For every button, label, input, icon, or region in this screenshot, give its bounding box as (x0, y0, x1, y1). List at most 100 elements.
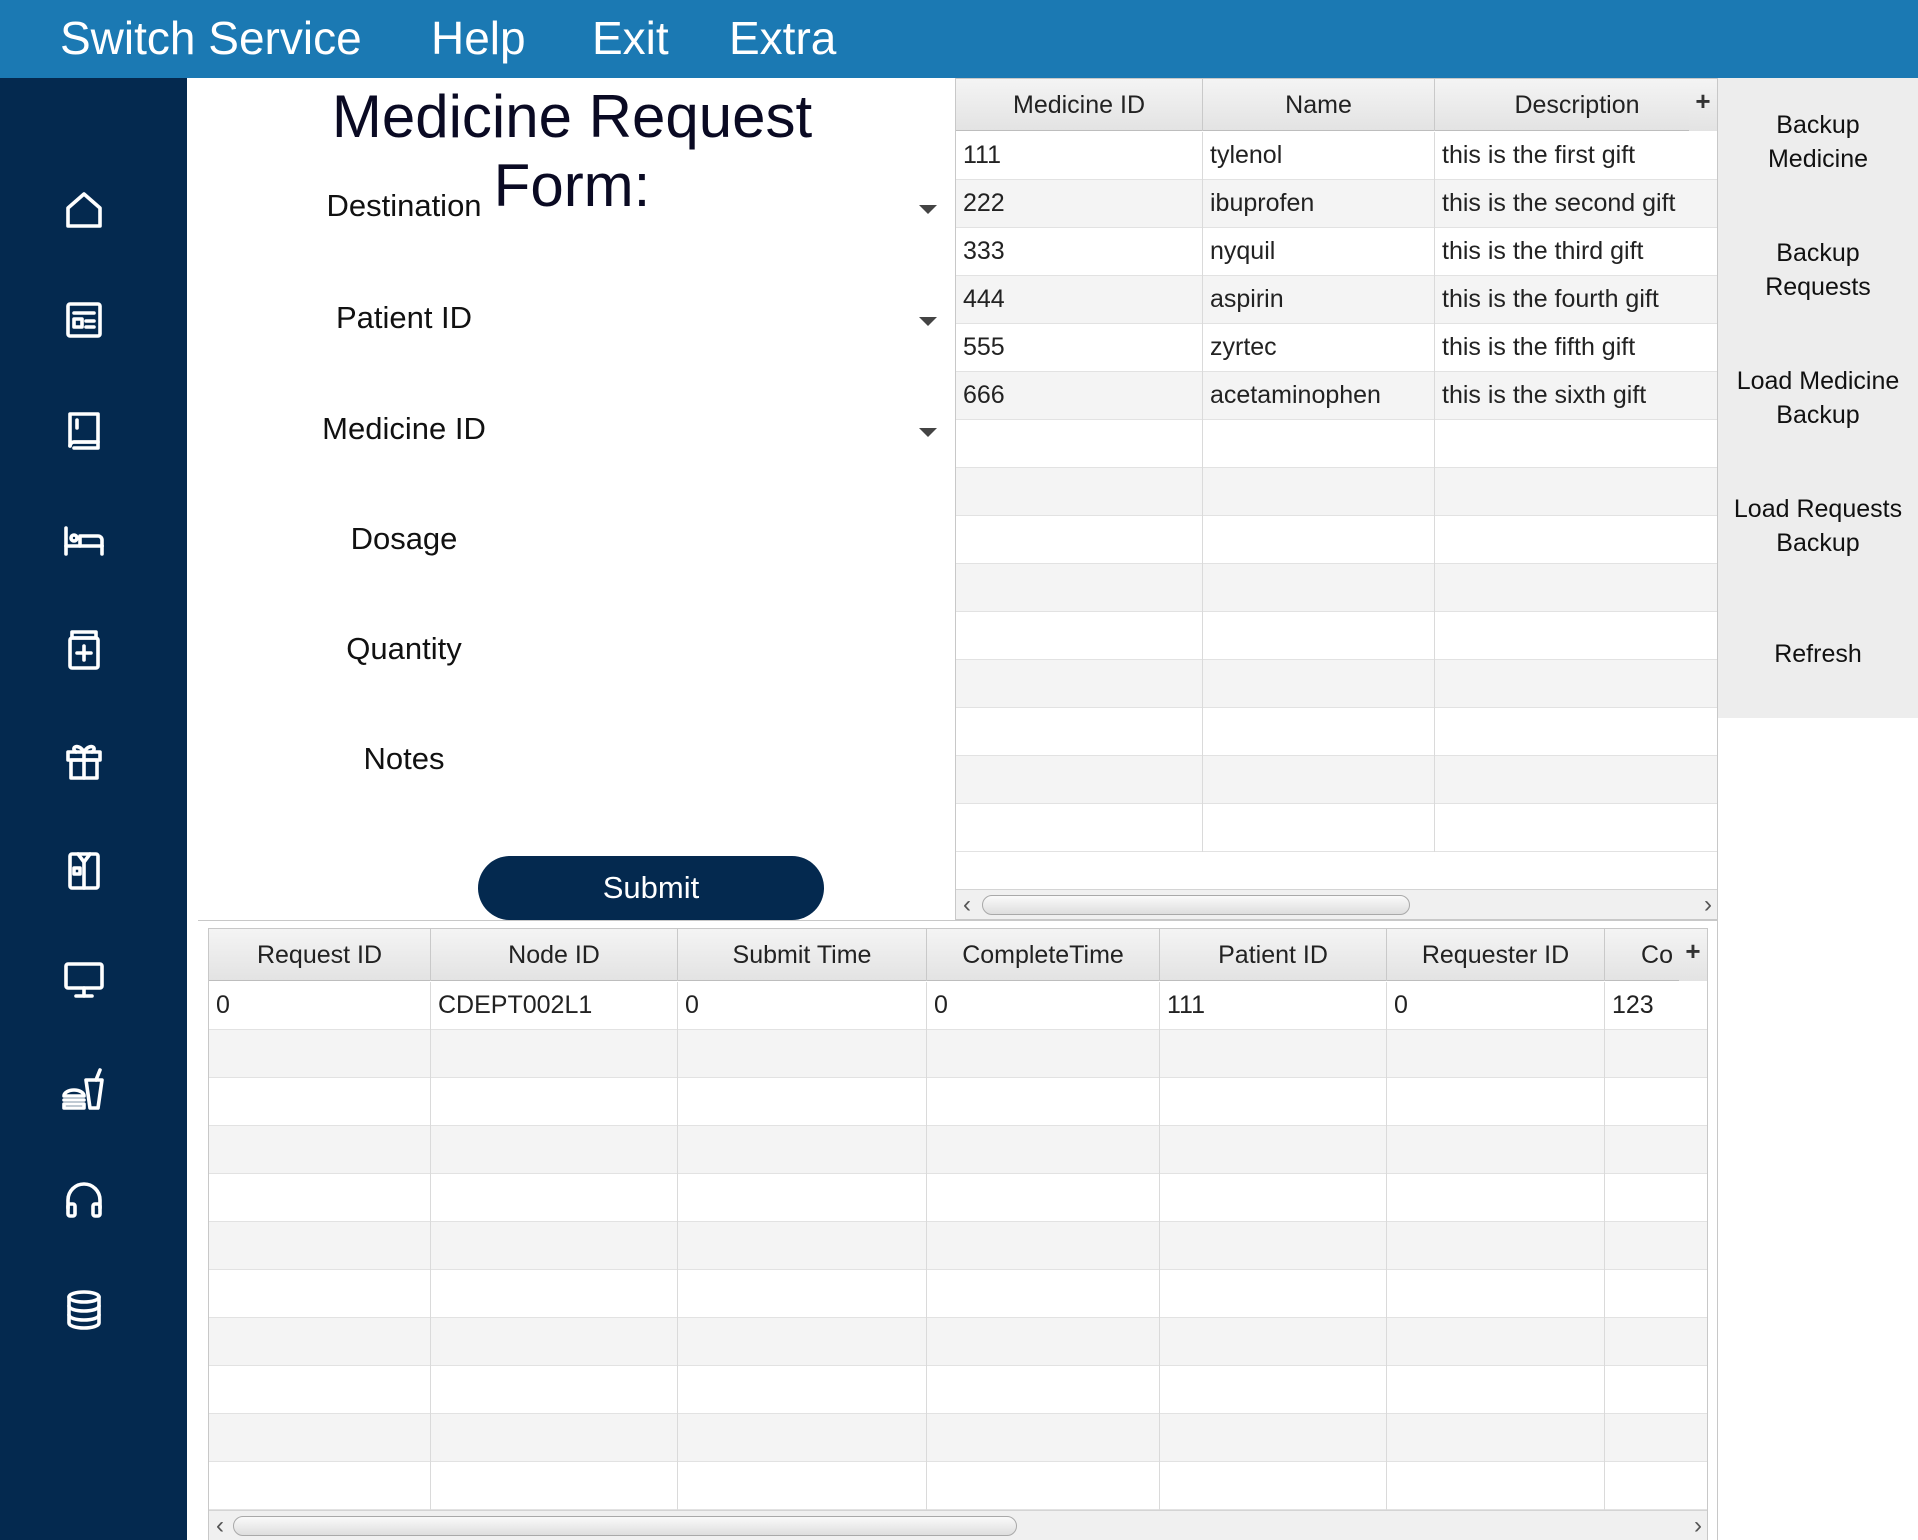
destination-dropdown-arrow[interactable] (919, 205, 937, 214)
column-header-complete-time[interactable]: CompleteTime (927, 929, 1160, 981)
requests-table: Request ID Node ID Submit Time CompleteT… (208, 928, 1708, 1540)
refresh-button[interactable]: Refresh (1718, 637, 1918, 671)
cell-medicine-id: 333 (956, 228, 1203, 276)
clipboard-icon[interactable] (58, 844, 110, 896)
cell-node-id: CDEPT002L1 (431, 982, 678, 1030)
cell-medicine-id: 555 (956, 324, 1203, 372)
cell-request-id: 0 (209, 982, 431, 1030)
table-row[interactable]: 111 tylenol this is the first gift (956, 132, 1717, 180)
computer-icon[interactable] (58, 954, 110, 1006)
menu-extra[interactable]: Extra (729, 12, 836, 64)
table-row-empty (209, 1126, 1707, 1174)
table-row-empty (956, 468, 1717, 516)
requests-table-hscrollbar[interactable]: ‹ › (209, 1510, 1707, 1540)
scroll-thumb[interactable] (233, 1516, 1017, 1536)
table-row-empty (956, 516, 1717, 564)
table-row-empty (956, 612, 1717, 660)
cell-complete-time: 0 (927, 982, 1160, 1030)
notes-label: Notes (363, 741, 445, 776)
table-row-empty (209, 1318, 1707, 1366)
medicine-table-hscrollbar[interactable]: ‹ › (956, 889, 1717, 919)
backup-requests-button[interactable]: Backup Requests (1718, 236, 1918, 304)
scroll-right-arrow[interactable]: › (1697, 890, 1717, 919)
table-row-empty (956, 564, 1717, 612)
table-row[interactable]: 444 aspirin this is the fourth gift (956, 276, 1717, 324)
backup-medicine-button[interactable]: Backup Medicine (1718, 108, 1918, 176)
column-header-medicine-id[interactable]: Medicine ID (956, 79, 1203, 131)
cell-description: this is the second gift (1435, 180, 1717, 228)
quantity-label: Quantity (346, 631, 462, 666)
add-column-button[interactable]: + (1679, 929, 1707, 981)
scroll-right-arrow[interactable]: › (1687, 1511, 1707, 1540)
cell-medicine-id: 444 (956, 276, 1203, 324)
cell-requester-id: 0 (1387, 982, 1605, 1030)
table-row[interactable]: 0 CDEPT002L1 0 0 111 0 123 (209, 982, 1707, 1030)
table-row-empty (209, 1030, 1707, 1078)
action-panel: Backup Medicine Backup Requests Load Med… (1718, 78, 1918, 718)
side-navigation (0, 78, 187, 1540)
destination-label: Destination (326, 188, 482, 223)
gift-icon[interactable] (58, 734, 110, 786)
menu-bar: Switch Service Help Exit Extra (0, 0, 1918, 78)
medicine-icon[interactable] (58, 624, 110, 676)
food-icon[interactable] (58, 1064, 110, 1116)
database-icon[interactable] (58, 1284, 110, 1336)
scroll-left-arrow[interactable]: ‹ (209, 1511, 231, 1540)
add-column-button[interactable]: + (1689, 79, 1717, 131)
column-header-description[interactable]: Description (1435, 79, 1717, 131)
document-icon[interactable] (58, 294, 110, 346)
cell-description: this is the fourth gift (1435, 276, 1717, 324)
table-row-empty (209, 1174, 1707, 1222)
cell-description: this is the third gift (1435, 228, 1717, 276)
medicine-table-header: Medicine ID Name Description (956, 79, 1717, 131)
column-header-name[interactable]: Name (1203, 79, 1435, 131)
table-row-empty (209, 1366, 1707, 1414)
load-requests-backup-button[interactable]: Load Requests Backup (1718, 492, 1918, 560)
cell-medicine-id: 222 (956, 180, 1203, 228)
table-row-empty (209, 1222, 1707, 1270)
table-row-empty (956, 708, 1717, 756)
headset-icon[interactable] (58, 1174, 110, 1226)
medicine-id-label: Medicine ID (322, 411, 486, 446)
column-header-submit-time[interactable]: Submit Time (678, 929, 927, 981)
column-header-requester-id[interactable]: Requester ID (1387, 929, 1605, 981)
menu-exit[interactable]: Exit (592, 12, 669, 64)
column-header-node-id[interactable]: Node ID (431, 929, 678, 981)
medicine-table-body: 111 tylenol this is the first gift 222 ibup… (956, 132, 1717, 852)
table-row[interactable]: 333 nyquil this is the third gift (956, 228, 1717, 276)
scroll-thumb[interactable] (982, 895, 1410, 915)
home-icon[interactable] (58, 184, 110, 236)
table-row[interactable]: 666 acetaminophen this is the sixth gift (956, 372, 1717, 420)
request-form: Medicine Request Form: Destination Patie… (187, 78, 955, 920)
cell-patient-id: 111 (1160, 982, 1387, 1030)
load-medicine-backup-button[interactable]: Load Medicine Backup (1718, 364, 1918, 432)
column-header-request-id[interactable]: Request ID (209, 929, 431, 981)
table-row-empty (956, 804, 1717, 852)
cell-medicine-id: 666 (956, 372, 1203, 420)
table-row-empty (209, 1462, 1707, 1510)
cell-name: zyrtec (1203, 324, 1435, 372)
table-row[interactable]: 222 ibuprofen this is the second gift (956, 180, 1717, 228)
book-icon[interactable] (58, 404, 110, 456)
medicine-id-dropdown-arrow[interactable] (919, 428, 937, 437)
patient-id-dropdown-arrow[interactable] (919, 317, 937, 326)
table-row[interactable]: 555 zyrtec this is the fifth gift (956, 324, 1717, 372)
cell-name: ibuprofen (1203, 180, 1435, 228)
cell-name: acetaminophen (1203, 372, 1435, 420)
cell-description: this is the sixth gift (1435, 372, 1717, 420)
column-header-patient-id[interactable]: Patient ID (1160, 929, 1387, 981)
table-row-empty (209, 1270, 1707, 1318)
bed-icon[interactable] (58, 514, 110, 566)
menu-help[interactable]: Help (431, 12, 526, 64)
cell-truncated: 123 (1605, 982, 1707, 1030)
scroll-left-arrow[interactable]: ‹ (956, 890, 978, 919)
table-row-empty (209, 1414, 1707, 1462)
table-row-empty (956, 420, 1717, 468)
submit-button[interactable]: Submit (478, 856, 824, 920)
cell-medicine-id: 111 (956, 132, 1203, 180)
cell-description: this is the first gift (1435, 132, 1717, 180)
dosage-label: Dosage (350, 521, 458, 556)
cell-description: this is the fifth gift (1435, 324, 1717, 372)
table-row-empty (956, 660, 1717, 708)
menu-switch-service[interactable]: Switch Service (60, 12, 362, 64)
